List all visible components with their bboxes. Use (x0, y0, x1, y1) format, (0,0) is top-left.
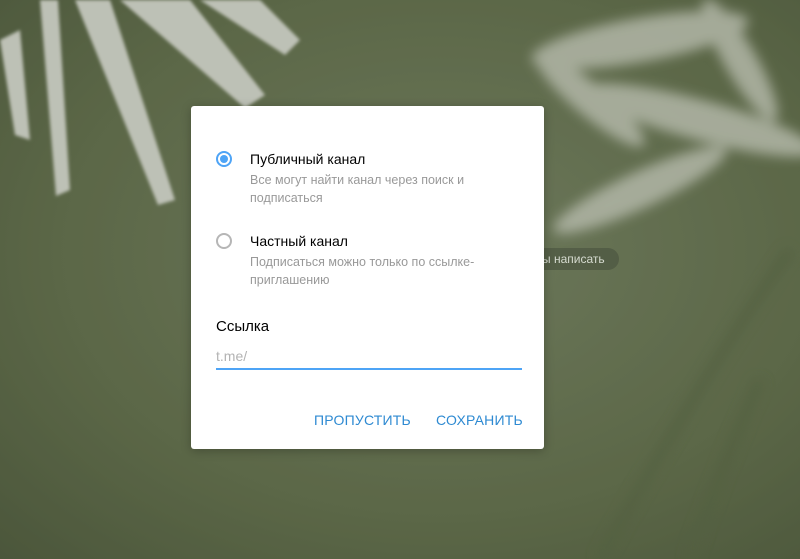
option-private-channel[interactable]: Частный канал Подписаться можно только п… (216, 232, 526, 288)
option-public-channel[interactable]: Публичный канал Все могут найти канал че… (216, 150, 526, 206)
link-input[interactable] (216, 344, 522, 370)
skip-button[interactable]: ПРОПУСТИТЬ (314, 412, 411, 428)
option-description: Все могут найти канал через поиск и подп… (250, 173, 465, 205)
option-description: Подписаться можно только по ссылке-пригл… (250, 255, 475, 287)
option-title: Публичный канал (250, 151, 366, 167)
radio-checked-icon[interactable] (216, 151, 232, 167)
radio-unchecked-icon[interactable] (216, 233, 232, 249)
save-button[interactable]: СОХРАНИТЬ (436, 412, 523, 428)
link-label: Ссылка (216, 318, 270, 335)
option-title: Частный канал (250, 233, 348, 249)
channel-type-dialog: Публичный канал Все могут найти канал че… (191, 106, 544, 449)
